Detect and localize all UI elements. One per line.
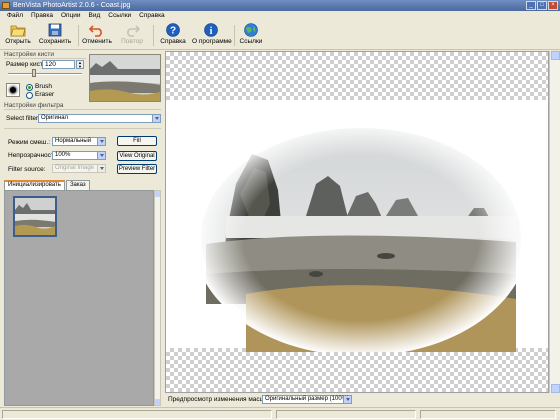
canvas-vertical-scrollbar[interactable] — [549, 51, 560, 393]
help-icon: ? — [166, 23, 180, 37]
fill-button[interactable]: Fill — [117, 136, 157, 146]
toolbar-separator — [153, 25, 154, 46]
tab-order[interactable]: Заказ — [65, 180, 90, 190]
opacity-value: 100% — [55, 152, 71, 158]
status-bar — [0, 407, 560, 420]
save-disk-icon — [48, 23, 62, 37]
brush-size-slider-thumb[interactable] — [32, 69, 36, 77]
zoom-dropdown[interactable]: Оригинальный размер (100%) — [262, 395, 352, 404]
menu-edit[interactable]: Правка — [27, 11, 57, 21]
chevron-down-icon — [152, 115, 160, 122]
scroll-down-arrow[interactable] — [155, 399, 160, 405]
menu-file[interactable]: Файл — [3, 11, 27, 21]
view-original-button[interactable]: View Original — [117, 151, 157, 161]
minimize-button[interactable]: _ — [526, 1, 536, 10]
brush-mode-radio[interactable] — [26, 84, 33, 91]
brush-settings-title: Настройки кисти — [4, 51, 55, 58]
eraser-mode-label: Eraser — [35, 91, 55, 98]
open-folder-icon — [10, 25, 26, 37]
menu-help[interactable]: Справка — [135, 11, 169, 21]
toolbar: Открыть Сохранить Отменить Повтор ? Спра… — [0, 21, 560, 50]
scroll-down-arrow[interactable] — [551, 384, 560, 393]
blend-mode-value: Нормальный — [55, 138, 92, 144]
thumbnail-list — [4, 190, 154, 406]
menu-view[interactable]: Вид — [85, 11, 105, 21]
opacity-dropdown[interactable]: 100% — [52, 151, 106, 160]
maximize-button[interactable]: □ — [537, 1, 547, 10]
blend-mode-dropdown[interactable]: Нормальный — [52, 137, 106, 146]
window-title: BenVista PhotoArtist 2.0.6 - Coast.jpg — [13, 2, 131, 9]
select-filter-label: Select filter: — [6, 115, 40, 122]
chevron-down-icon — [97, 152, 105, 159]
redo-button[interactable]: Повтор — [117, 22, 147, 49]
scroll-up-arrow[interactable] — [155, 191, 160, 197]
menu-options[interactable]: Опции — [57, 11, 85, 21]
menu-bar: Файл Правка Опции Вид Ссылки Справка — [0, 11, 560, 21]
open-button[interactable]: Открыть — [3, 22, 33, 49]
divider — [4, 109, 161, 110]
left-panel: Настройки кисти Размер кисти: 120 ▲ ▼ Bru… — [0, 51, 164, 407]
divider — [4, 58, 86, 59]
menu-links[interactable]: Ссылки — [104, 11, 135, 21]
save-button[interactable]: Сохранить — [36, 22, 74, 49]
brush-preview — [6, 83, 20, 97]
chevron-down-icon — [343, 396, 351, 403]
scroll-up-arrow[interactable] — [551, 51, 560, 60]
toolbar-separator — [234, 25, 235, 46]
thumbnail-scrollbar[interactable] — [154, 190, 161, 406]
window-controls: _ □ × — [526, 1, 558, 10]
close-button[interactable]: × — [548, 1, 558, 10]
brush-size-slider-track[interactable] — [8, 73, 82, 75]
links-globe-icon — [244, 23, 258, 37]
coast-photo-thumbnail — [15, 198, 55, 235]
app-icon — [2, 2, 10, 9]
thumbnail-item[interactable] — [13, 196, 57, 237]
svg-text:?: ? — [170, 26, 176, 37]
info-icon: i — [204, 23, 218, 37]
zoom-value: Оригинальный размер (100%) — [265, 396, 349, 402]
source-image-thumbnail — [89, 54, 161, 102]
status-cell — [276, 410, 416, 419]
image-canvas[interactable] — [165, 51, 549, 393]
status-cell — [420, 410, 556, 419]
tab-initialize[interactable]: Инициализировать — [4, 180, 65, 190]
status-cell — [2, 410, 272, 419]
filter-source-label: Filter source: — [8, 166, 46, 173]
svg-text:i: i — [210, 26, 213, 37]
select-filter-dropdown[interactable]: Оригинал — [38, 114, 161, 123]
toolbar-separator — [78, 25, 79, 46]
chevron-down-icon — [97, 165, 105, 172]
filter-source-value: Original Image — [55, 165, 95, 171]
filter-source-dropdown[interactable]: Original Image — [52, 164, 106, 173]
undo-button[interactable]: Отменить — [82, 22, 112, 49]
brush-size-spinner[interactable]: ▲ ▼ — [76, 60, 84, 69]
help-button[interactable]: ? Справка — [158, 22, 188, 49]
brush-mode-label: Brush — [35, 83, 52, 90]
links-button[interactable]: Ссылки — [236, 22, 266, 49]
thumbnail-tabs: Инициализировать Заказ — [4, 180, 91, 190]
brush-size-input[interactable]: 120 — [42, 60, 75, 69]
zoom-bar: Предпросмотр изменения масштаба: Оригина… — [165, 393, 560, 406]
preview-filter-button[interactable]: Preview Filter — [117, 164, 157, 174]
title-bar: BenVista PhotoArtist 2.0.6 - Coast.jpg _… — [0, 0, 560, 11]
coast-photo — [196, 124, 526, 352]
about-button[interactable]: i О программе — [192, 22, 232, 49]
select-filter-value: Оригинал — [41, 115, 69, 121]
undo-icon — [89, 25, 102, 37]
blend-mode-label: Режим смеш.: — [8, 139, 51, 146]
redo-icon — [127, 25, 140, 37]
eraser-mode-radio[interactable] — [26, 92, 33, 99]
filter-settings-title: Настройки фильтра — [4, 102, 64, 109]
chevron-down-icon — [97, 138, 105, 145]
coast-photo-thumbnail — [90, 55, 160, 101]
divider — [4, 128, 161, 129]
